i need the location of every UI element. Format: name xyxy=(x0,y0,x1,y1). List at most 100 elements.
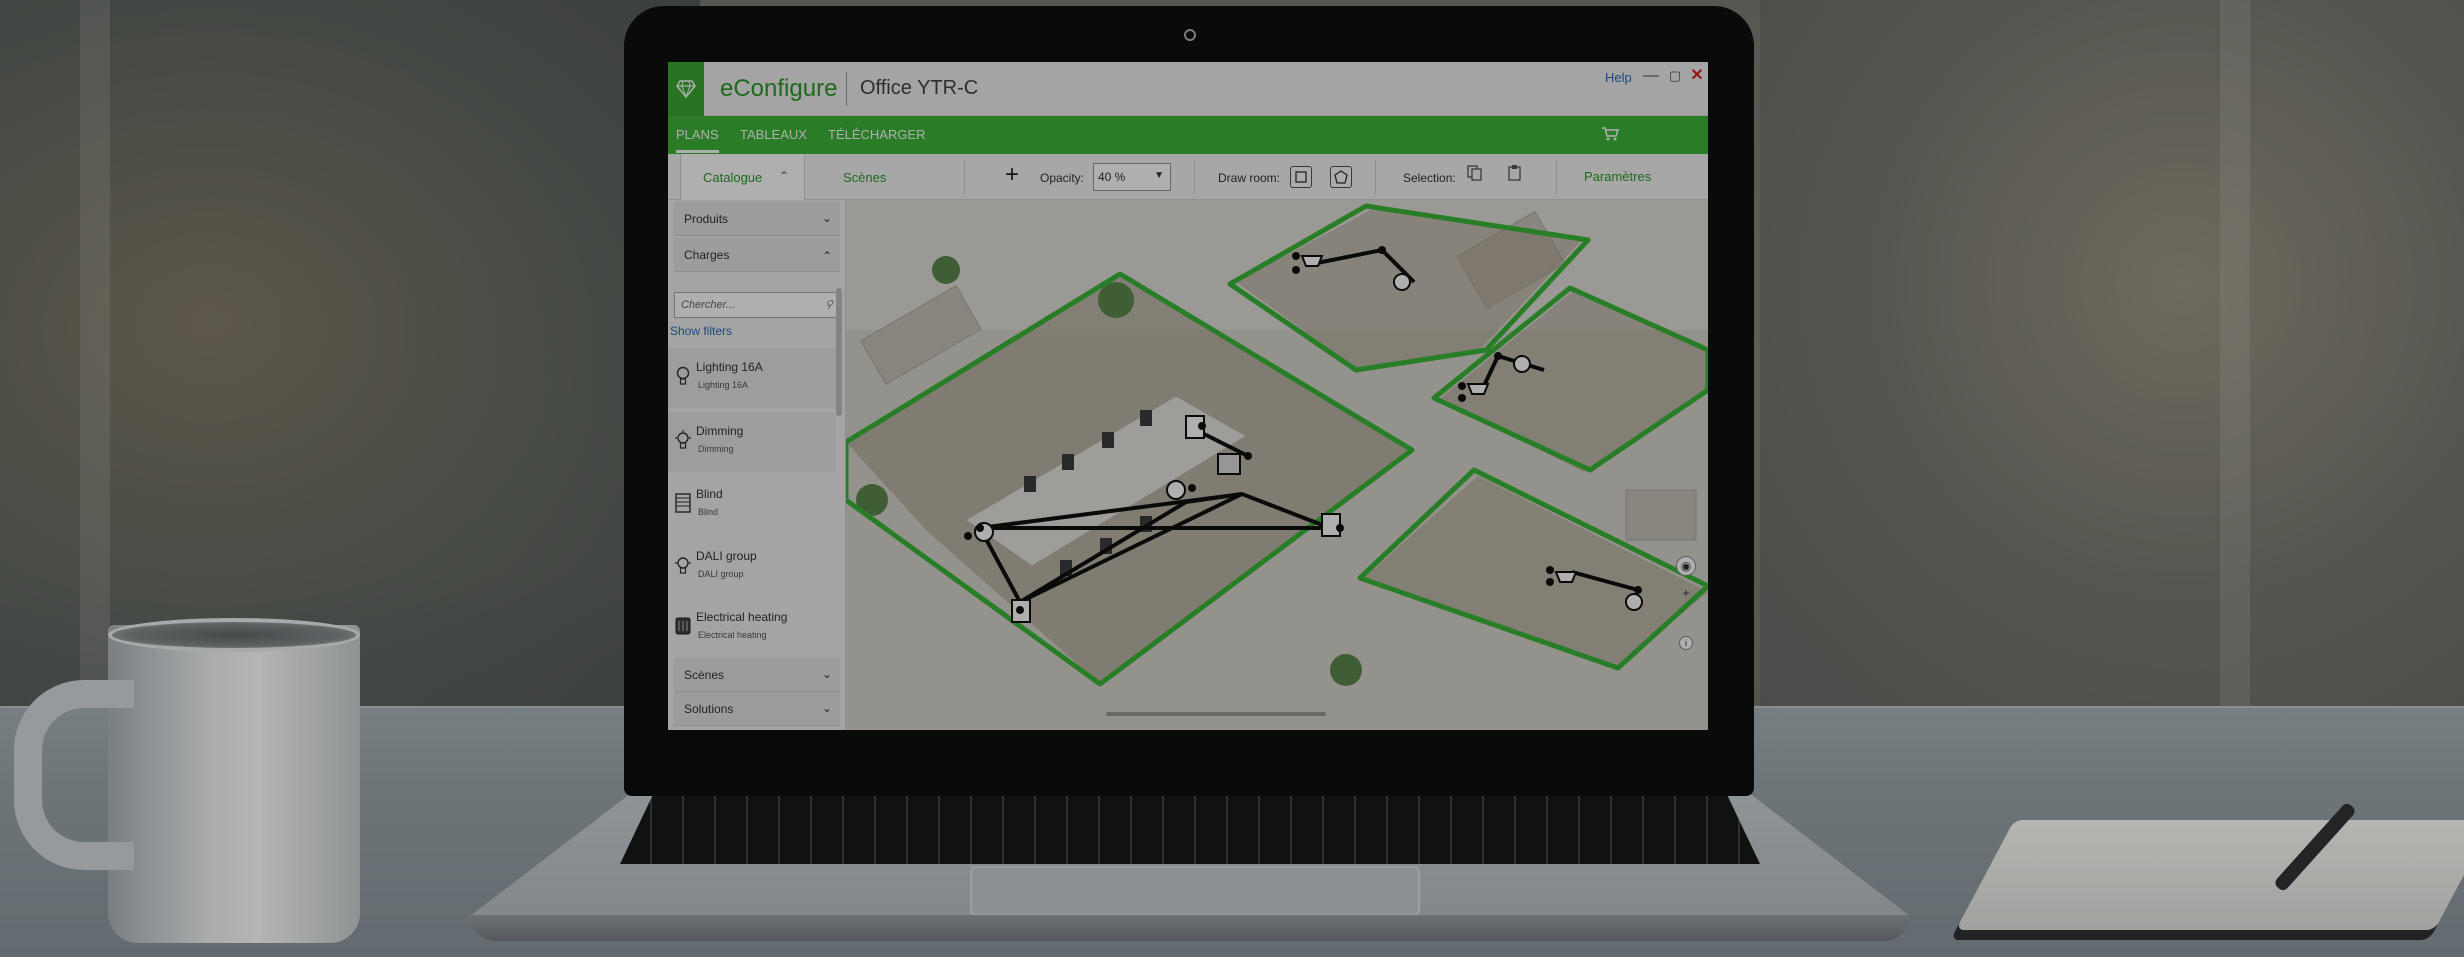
list-item-title: DALI group xyxy=(696,549,757,563)
toolbar-separator xyxy=(1556,160,1557,194)
laptop-trackpad xyxy=(970,866,1420,916)
coffee-mug-rim xyxy=(108,618,360,652)
dimming-bulb-icon xyxy=(674,430,692,455)
menu-tableaux[interactable]: TABLEAUX xyxy=(740,127,807,142)
catalogue-sidebar: Produits ⌄ Charges ⌃ Chercher... ⚲ Show … xyxy=(668,200,846,730)
notebook xyxy=(1955,820,2464,930)
list-item-title: Lighting 16A xyxy=(696,360,763,374)
chevron-down-icon: ⌄ xyxy=(821,701,832,715)
dali-bulb-icon xyxy=(674,555,692,580)
diamond-logo-icon xyxy=(668,62,704,116)
toolbar-separator xyxy=(1375,160,1376,194)
bulb-device-icon xyxy=(1625,593,1643,611)
chevron-down-icon: ⌄ xyxy=(821,667,832,681)
toolbar-separator xyxy=(1194,160,1195,194)
accordion-scenes[interactable]: Scènes ⌄ xyxy=(674,658,840,692)
accordion-scenes-label: Scènes xyxy=(684,668,725,682)
search-input[interactable]: Chercher... ⚲ xyxy=(674,292,840,318)
bulb-device-icon xyxy=(1166,480,1186,500)
list-item-subtitle: Electrical heating xyxy=(698,630,767,640)
heater-icon xyxy=(674,616,692,641)
opacity-label: Opacity: xyxy=(1040,171,1085,185)
toolbar: Catalogue ⌃ Scènes + Opacity: 40 % ▼ Dra… xyxy=(668,154,1708,200)
search-icon: ⚲ xyxy=(824,299,833,311)
document-title: Office YTR-C xyxy=(860,77,979,99)
canvas-scrollbar[interactable] xyxy=(1106,712,1326,716)
cart-icon[interactable] xyxy=(1601,126,1620,147)
draw-room-label: Draw room: xyxy=(1218,171,1281,185)
eye-icon[interactable]: ◉ xyxy=(1676,556,1696,576)
accordion-produits[interactable]: Produits ⌄ xyxy=(674,202,840,236)
tab-scenes[interactable]: Scènes xyxy=(843,170,886,185)
help-link[interactable]: Help xyxy=(1605,70,1632,85)
sidebar-scrollbar[interactable] xyxy=(836,288,842,416)
tab-catalogue[interactable]: Catalogue ⌃ xyxy=(680,154,805,200)
list-item-title: Dimming xyxy=(696,424,744,438)
main-menu: PLANS TABLEAUX TÉLÉCHARGER xyxy=(668,116,1708,154)
list-item-dali-group[interactable]: DALI group DALI group xyxy=(668,537,836,597)
background-blur-right xyxy=(1760,0,2464,710)
plus-icon[interactable]: + xyxy=(1676,584,1696,604)
accordion-produits-label: Produits xyxy=(684,212,729,226)
downlight-device-icon xyxy=(1466,383,1490,395)
floor-plan-drawing xyxy=(846,200,1708,730)
show-filters-link[interactable]: Show filters xyxy=(670,324,732,338)
polygon-room-icon[interactable] xyxy=(1330,166,1352,188)
chevron-up-icon: ⌃ xyxy=(821,249,832,263)
menu-plans[interactable]: PLANS xyxy=(676,127,719,153)
title-separator xyxy=(846,72,847,106)
downlight-device-icon xyxy=(1300,255,1324,267)
menu-telecharger[interactable]: TÉLÉCHARGER xyxy=(828,127,926,142)
title-bar: eConfigure Office YTR-C Help — ▢ ✕ xyxy=(668,62,1708,116)
app-window: eConfigure Office YTR-C Help — ▢ ✕ PLANS… xyxy=(668,62,1708,730)
accordion-solutions-label: Solutions xyxy=(684,702,734,716)
laptop-base-edge xyxy=(470,915,1910,941)
window-frame xyxy=(2220,0,2250,710)
bulb-device-icon xyxy=(1393,273,1411,291)
minimize-icon[interactable]: — xyxy=(1643,68,1659,84)
chevron-down-icon: ⌄ xyxy=(821,211,832,225)
list-item-subtitle: Blind xyxy=(698,507,719,517)
blind-icon xyxy=(674,493,692,518)
bulb-device-icon xyxy=(1513,355,1531,373)
opacity-select[interactable]: 40 % ▼ xyxy=(1093,163,1171,191)
rectangle-room-icon[interactable] xyxy=(1290,166,1312,188)
list-item-subtitle: Lighting 16A xyxy=(698,380,749,390)
app-name: eConfigure xyxy=(720,75,838,102)
add-icon[interactable]: + xyxy=(1005,163,1019,187)
blind-device-icon xyxy=(1321,513,1341,537)
coffee-mug xyxy=(108,625,360,943)
chevron-up-icon: ⌃ xyxy=(779,169,790,183)
list-item-title: Electrical heating xyxy=(696,610,788,624)
search-placeholder: Chercher... xyxy=(681,299,736,311)
accordion-charges[interactable]: Charges ⌃ xyxy=(674,238,840,272)
list-item-blind[interactable]: Blind Blind xyxy=(668,475,836,535)
caret-down-icon: ▼ xyxy=(1154,170,1164,181)
list-item-title: Blind xyxy=(696,487,723,501)
paste-icon[interactable] xyxy=(1507,165,1523,186)
list-item-subtitle: Dimming xyxy=(698,444,734,454)
list-item-lighting[interactable]: Lighting 16A Lighting 16A xyxy=(668,348,836,408)
bulb-icon xyxy=(674,366,692,391)
floor-plan-canvas[interactable]: ◉ + i xyxy=(846,200,1708,730)
parametres-button[interactable]: Paramètres xyxy=(1584,169,1651,184)
toolbar-separator xyxy=(964,160,965,194)
laptop-keyboard xyxy=(620,792,1760,864)
info-icon[interactable]: i xyxy=(1679,636,1693,650)
accordion-solutions[interactable]: Solutions ⌄ xyxy=(674,692,840,726)
list-item-dimming[interactable]: Dimming Dimming xyxy=(668,412,836,472)
opacity-value: 40 % xyxy=(1098,170,1126,184)
copy-icon[interactable] xyxy=(1467,165,1483,186)
tab-catalogue-label: Catalogue xyxy=(703,170,763,185)
list-item-electrical-heating[interactable]: Electrical heating Electrical heating xyxy=(668,598,836,658)
accordion-charges-label: Charges xyxy=(684,248,730,262)
webcam xyxy=(1184,29,1196,41)
selection-label: Selection: xyxy=(1403,171,1456,185)
window-frame xyxy=(80,0,110,710)
keypad-device-icon xyxy=(1217,453,1241,475)
coffee-mug-handle xyxy=(14,680,134,870)
downlight-device-icon xyxy=(1554,571,1578,583)
list-item-subtitle: DALI group xyxy=(698,569,744,579)
close-icon[interactable]: ✕ xyxy=(1689,68,1705,84)
maximize-icon[interactable]: ▢ xyxy=(1667,68,1683,84)
